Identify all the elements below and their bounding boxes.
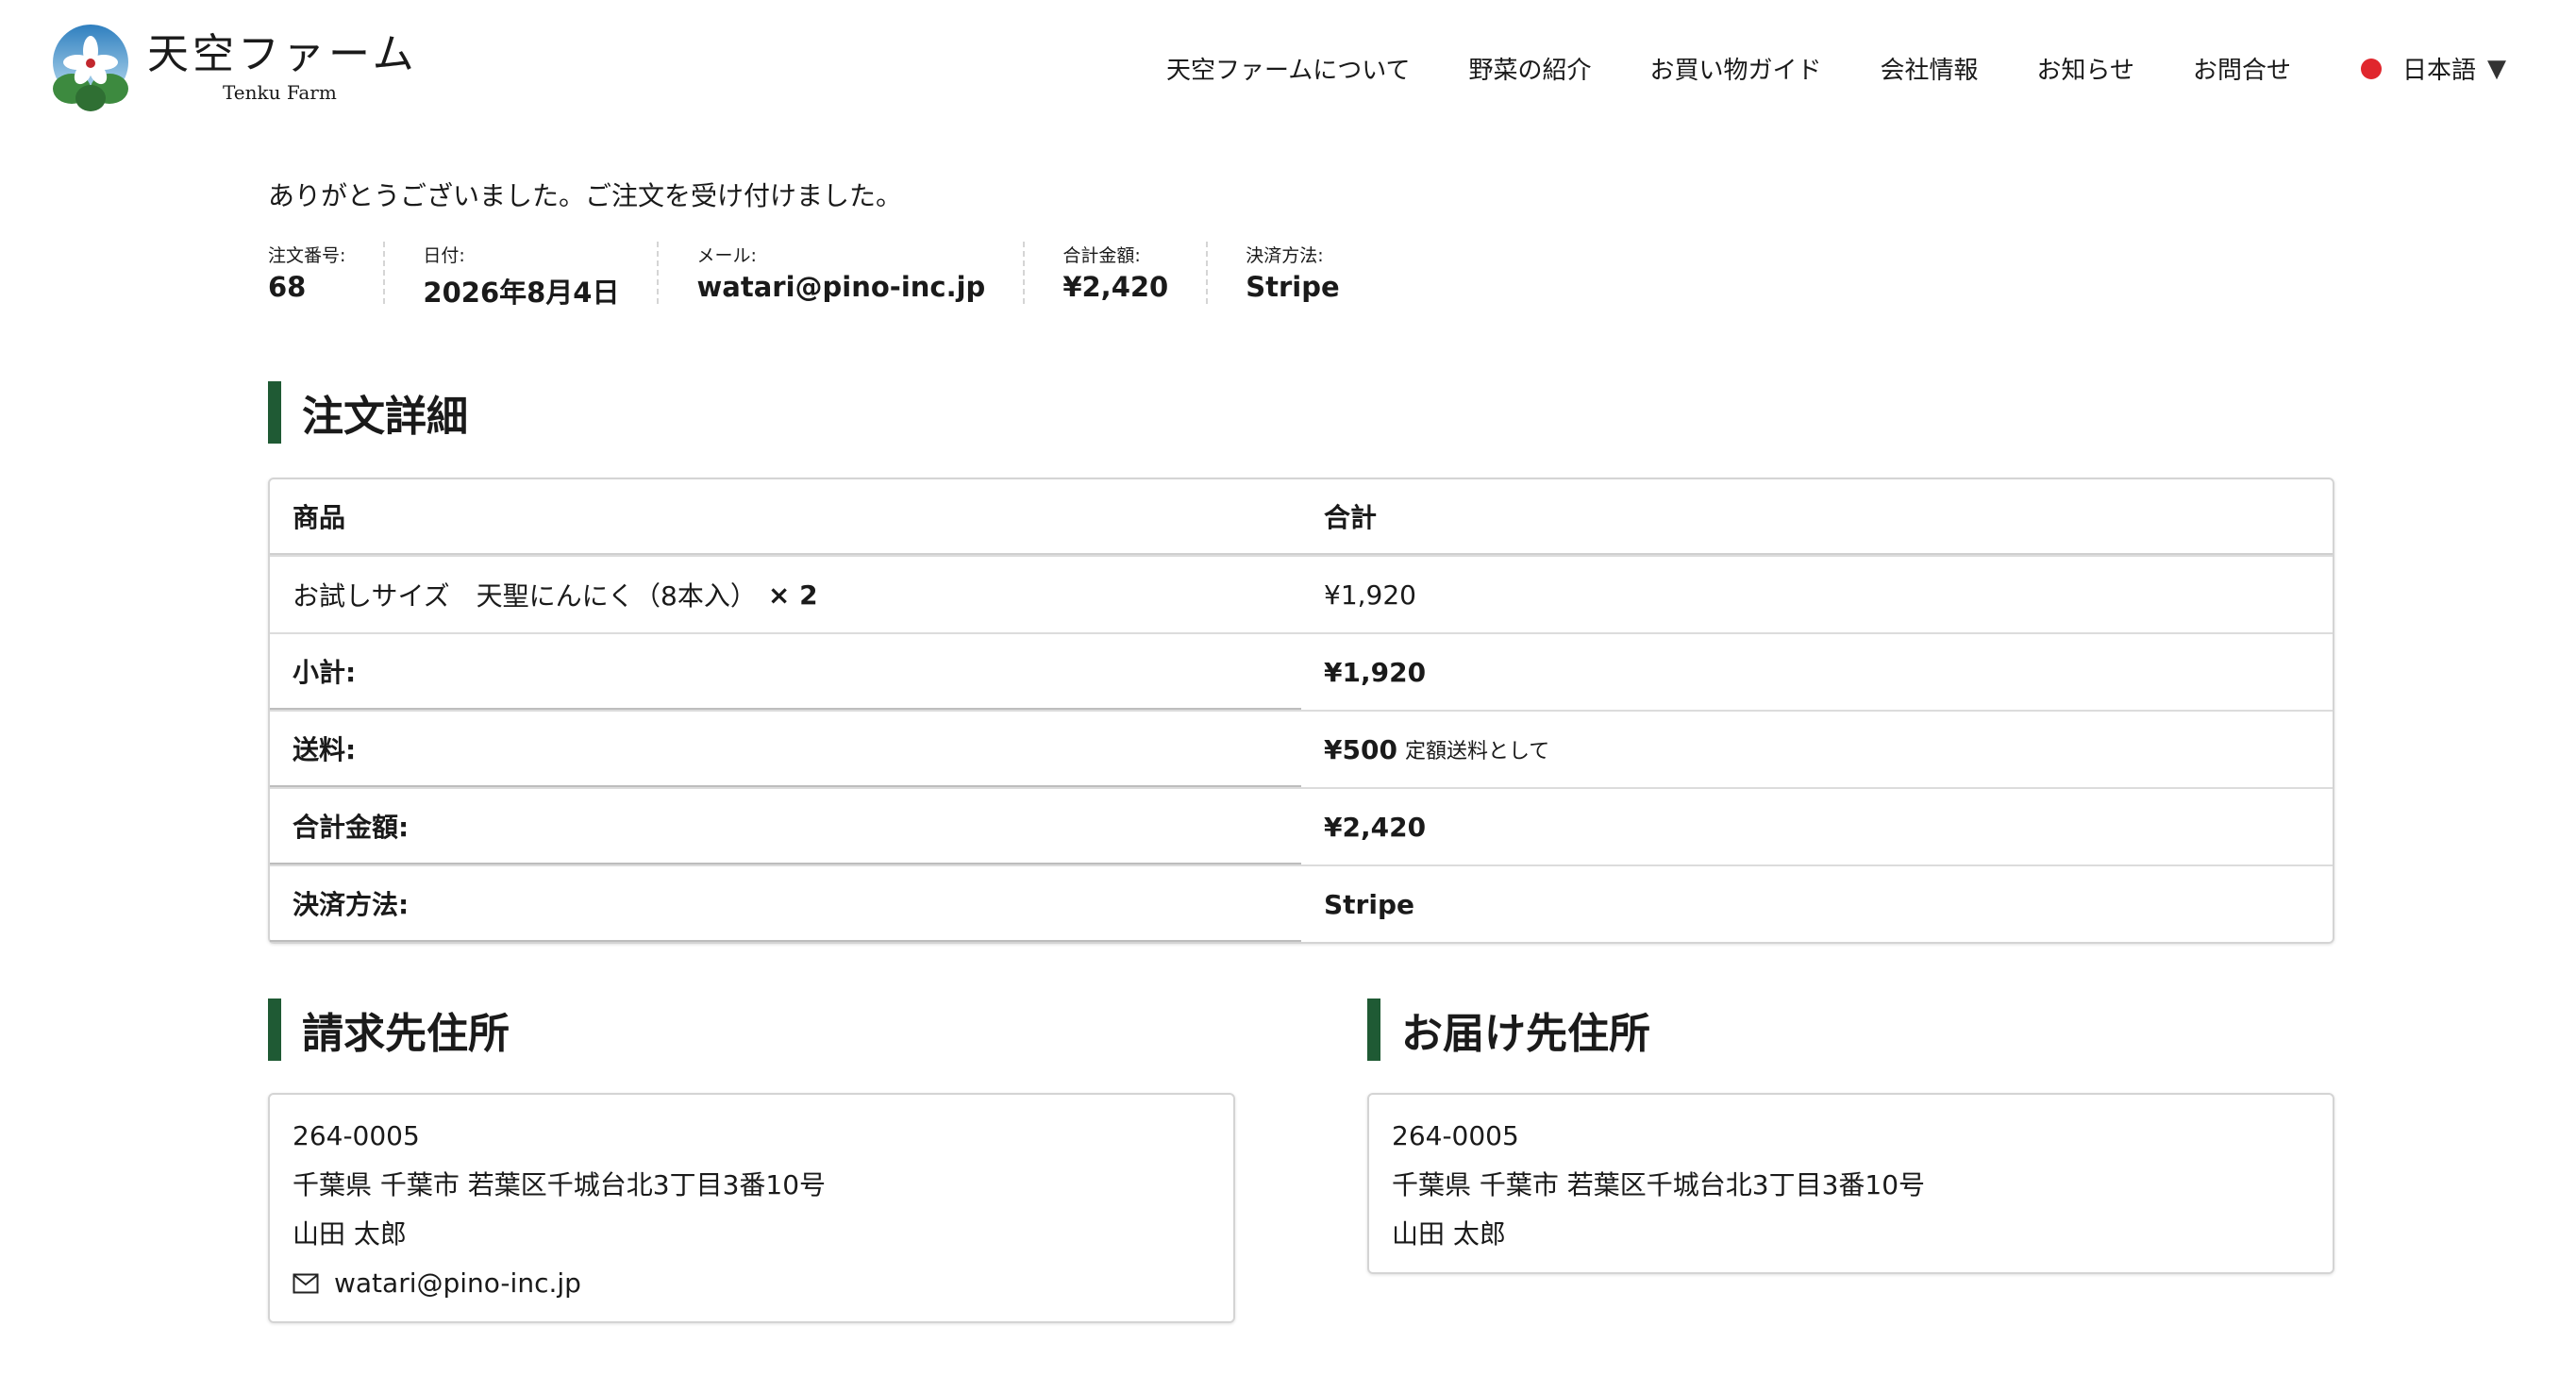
nav-vegetables[interactable]: 野菜の紹介: [1468, 51, 1591, 86]
order-details-heading: 注文詳細: [268, 381, 2334, 444]
billing-address-line: 千葉県 千葉市 若葉区千城台北3丁目3番10号: [293, 1169, 827, 1200]
order-number: 注文番号: 68: [268, 242, 386, 304]
order-details-title: 注文詳細: [302, 393, 468, 441]
total-column-header: 合計: [1324, 502, 1378, 533]
shipping-row: 送料: ¥500 定額送料として: [270, 710, 2333, 787]
order-email-value: watari@pino-inc.jp: [696, 271, 986, 303]
subtotal-label: 小計:: [270, 634, 1301, 710]
nav-company[interactable]: 会社情報: [1880, 51, 1978, 86]
dropdown-arrow-icon: ▼: [2487, 54, 2507, 83]
order-payment-label: 決済方法:: [1246, 245, 1324, 266]
language-label: 日本語: [2402, 57, 2477, 85]
payment-label: 決済方法:: [270, 866, 1301, 942]
order-total-label: 合計金額:: [1062, 245, 1141, 266]
billing-email: watari@pino-inc.jp: [293, 1259, 1211, 1308]
order-details-table: 商品 合計 お試しサイズ 天聖にんにく（8本入） × 2 ¥1,920 小計: …: [268, 478, 2334, 944]
order-number-value: 68: [268, 271, 307, 303]
order-email-label: メール:: [696, 245, 757, 266]
shipping-value-cell: ¥500 定額送料として: [1301, 712, 2333, 787]
nav-contact[interactable]: お問合せ: [2193, 51, 2291, 86]
logo-name-en: Tenku Farm: [223, 81, 337, 105]
language-selector[interactable]: 日本語 ▼: [2361, 51, 2506, 86]
subtotal-row: 小計: ¥1,920: [270, 632, 2333, 710]
heading-accent-bar: [1367, 999, 1380, 1061]
subtotal-value: ¥1,920: [1324, 656, 1427, 688]
order-overview: 注文番号: 68 日付: 2026年8月4日 メール: watari@pino-…: [268, 242, 2334, 309]
site-logo[interactable]: 天空ファーム Tenku Farm: [49, 23, 418, 113]
billing-postal-code: 264-0005: [293, 1120, 420, 1151]
billing-address-heading: 請求先住所: [268, 999, 1235, 1061]
site-header: 天空ファーム Tenku Farm 天空ファームについて 野菜の紹介 お買い物ガ…: [0, 0, 2576, 142]
billing-email-value: watari@pino-inc.jp: [334, 1267, 581, 1299]
shipping-label: 送料:: [270, 712, 1301, 787]
shipping-value: ¥500: [1324, 733, 1397, 765]
farm-logo-icon: [53, 25, 128, 111]
addresses-section: 請求先住所 264-0005 千葉県 千葉市 若葉区千城台北3丁目3番10号 山…: [268, 999, 2334, 1323]
nav-news[interactable]: お知らせ: [2037, 51, 2134, 86]
shipping-postal-code: 264-0005: [1392, 1120, 1519, 1151]
heading-accent-bar: [268, 999, 281, 1061]
shipping-address-title: お届け先住所: [1401, 1010, 1650, 1058]
logo-name-jp: 天空ファーム: [147, 29, 418, 78]
shipping-address-column: お届け先住所 264-0005 千葉県 千葉市 若葉区千城台北3丁目3番10号 …: [1367, 999, 2334, 1323]
japan-flag-icon: [2361, 58, 2382, 79]
total-row: 合計金額: ¥2,420: [270, 787, 2333, 864]
shipping-address-heading: お届け先住所: [1367, 999, 2334, 1061]
order-date-value: 2026年8月4日: [423, 277, 620, 309]
order-number-label: 注文番号:: [268, 245, 346, 266]
nav-shopping-guide[interactable]: お買い物ガイド: [1649, 51, 1821, 86]
billing-address-column: 請求先住所 264-0005 千葉県 千葉市 若葉区千城台北3丁目3番10号 山…: [268, 999, 1235, 1323]
order-payment-value: Stripe: [1246, 271, 1340, 303]
billing-address-title: 請求先住所: [302, 1010, 510, 1058]
product-name-link[interactable]: お試しサイズ 天聖にんにく（8本入）: [293, 576, 757, 613]
thank-you-message: ありがとうございました。ご注文を受け付けました。: [268, 180, 903, 211]
product-column-header: 商品: [293, 502, 346, 533]
order-date: 日付: 2026年8月4日: [423, 242, 660, 309]
order-date-label: 日付:: [423, 245, 465, 266]
order-payment: 決済方法: Stripe: [1246, 242, 1377, 304]
order-email: メール: watari@pino-inc.jp: [696, 242, 1026, 304]
total-value: ¥2,420: [1324, 811, 1427, 843]
shipping-name: 山田 太郎: [1392, 1218, 1506, 1250]
billing-address-box: 264-0005 千葉県 千葉市 若葉区千城台北3丁目3番10号 山田 太郎 w…: [268, 1093, 1235, 1323]
shipping-method-note: 定額送料として: [1404, 740, 1550, 764]
shipping-address-box: 264-0005 千葉県 千葉市 若葉区千城台北3丁目3番10号 山田 太郎: [1367, 1093, 2334, 1274]
main-nav: 天空ファームについて 野菜の紹介 お買い物ガイド 会社情報 お知らせ お問合せ …: [1166, 51, 2506, 86]
order-total-value: ¥2,420: [1062, 271, 1169, 303]
shipping-address-line: 千葉県 千葉市 若葉区千城台北3丁目3番10号: [1392, 1169, 1926, 1200]
nav-about[interactable]: 天空ファームについて: [1166, 51, 1410, 86]
total-label: 合計金額:: [270, 789, 1301, 864]
heading-accent-bar: [268, 381, 281, 444]
mail-icon: [293, 1273, 319, 1294]
billing-name: 山田 太郎: [293, 1218, 407, 1250]
product-quantity: × 2: [767, 579, 818, 611]
product-cell: お試しサイズ 天聖にんにく（8本入） × 2: [270, 557, 1301, 632]
payment-row: 決済方法: Stripe: [270, 864, 2333, 942]
product-price: ¥1,920: [1324, 579, 1416, 611]
payment-value: Stripe: [1324, 888, 1414, 920]
table-row: お試しサイズ 天聖にんにく（8本入） × 2 ¥1,920: [270, 555, 2333, 632]
order-received-main: ありがとうございました。ご注文を受け付けました。 注文番号: 68 日付: 20…: [268, 176, 2334, 1323]
order-total: 合計金額: ¥2,420: [1062, 242, 1209, 304]
table-header-row: 商品 合計: [270, 479, 2333, 555]
